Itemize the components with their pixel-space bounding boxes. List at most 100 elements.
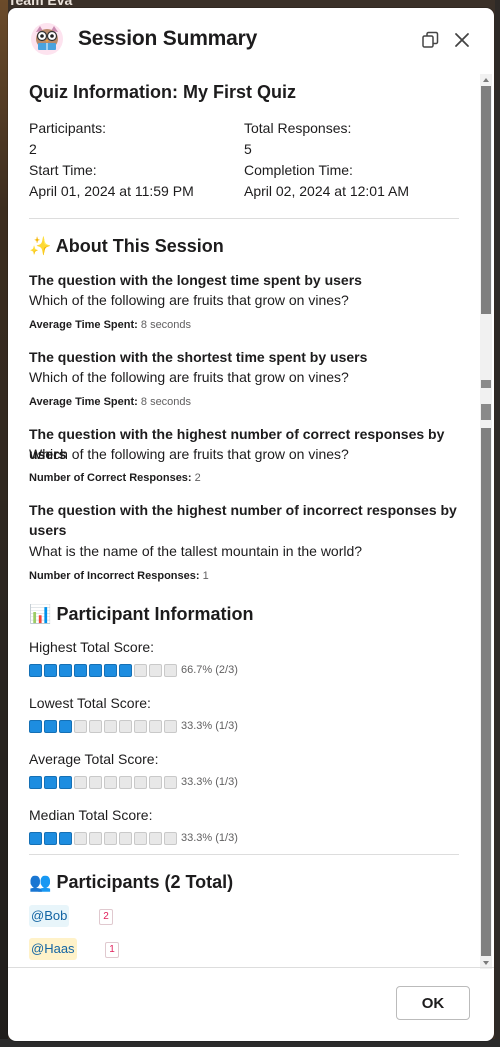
- meta-value: 8 seconds: [140, 396, 192, 408]
- score-bar-segment-empty: [134, 664, 147, 677]
- highest-score-value: 66.7% (2/3): [181, 664, 238, 676]
- score-bar-segment-filled: [44, 776, 57, 789]
- most-incorrect-meta: Number of Incorrect Responses: 1: [29, 570, 209, 582]
- start-time-value: April 01, 2024 at 11:59 PM: [29, 183, 194, 199]
- participant-count-badge: 1: [105, 942, 119, 958]
- section-divider: [29, 218, 459, 219]
- score-bar-segment-filled: [29, 776, 42, 789]
- score-bar-segment-filled: [59, 664, 72, 677]
- score-bar-segment-empty: [164, 720, 177, 733]
- score-bar-segment-filled: [89, 664, 102, 677]
- participant-info-heading: 📊 Participant Information: [29, 604, 253, 625]
- completion-time-label: Completion Time:: [244, 162, 353, 178]
- total-responses-value: 5: [244, 141, 252, 157]
- score-bar-segment-filled: [44, 664, 57, 677]
- score-bar-segment-empty: [89, 776, 102, 789]
- completion-time-value: April 02, 2024 at 12:01 AM: [244, 183, 409, 199]
- footer-divider: [8, 967, 494, 968]
- ok-button[interactable]: OK: [396, 986, 470, 1020]
- score-bar-segment-filled: [44, 720, 57, 733]
- score-bar-segment-empty: [74, 720, 87, 733]
- participant-info-title: Participant Information: [56, 604, 254, 624]
- scrollbar-lower-track: [481, 428, 491, 956]
- average-score-value: 33.3% (1/3): [181, 776, 238, 788]
- people-icon: 👥: [29, 872, 52, 892]
- section-divider: [29, 854, 459, 855]
- score-bar-segment-filled: [29, 720, 42, 733]
- score-bar-segment-empty: [149, 720, 162, 733]
- shortest-time-question-heading: The question with the shortest time spen…: [29, 349, 368, 365]
- average-score-label: Average Total Score:: [29, 751, 159, 767]
- score-bar-segment-filled: [59, 776, 72, 789]
- score-bar-segment-empty: [134, 720, 147, 733]
- score-bar-segment-empty: [134, 776, 147, 789]
- session-summary-dialog: Session Summary Quiz Information: My Fir…: [8, 8, 494, 1041]
- meta-value: 8 seconds: [140, 319, 192, 331]
- score-bar-segment-empty: [149, 832, 162, 845]
- most-correct-meta: Number of Correct Responses: 2: [29, 472, 201, 484]
- about-session-title: About This Session: [55, 236, 224, 256]
- score-bar-segment-empty: [134, 832, 147, 845]
- score-bar-segment-empty: [104, 832, 117, 845]
- participant-mention-bob[interactable]: @Bob: [29, 905, 70, 927]
- score-bar-segment-empty: [104, 776, 117, 789]
- score-bar-segment-filled: [74, 664, 87, 677]
- score-bar-segment-empty: [164, 776, 177, 789]
- participants-value: 2: [29, 141, 37, 157]
- dialog-title: Session Summary: [78, 27, 258, 50]
- meta-label: Number of Incorrect Responses:: [29, 570, 200, 582]
- median-score-label: Median Total Score:: [29, 807, 153, 823]
- participant-mention-haas[interactable]: @Haas: [29, 938, 77, 960]
- participants-title: Participants (2 Total): [56, 872, 234, 892]
- meta-label: Average Time Spent:: [29, 319, 138, 331]
- score-bar-segment-filled: [104, 664, 117, 677]
- score-bar-segment-filled: [44, 832, 57, 845]
- copy-icon[interactable]: [420, 30, 440, 50]
- longest-time-meta: Average Time Spent: 8 seconds: [29, 319, 191, 331]
- bar-chart-icon: 📊: [29, 604, 52, 624]
- close-icon[interactable]: [452, 30, 472, 50]
- participant-count-badge: 2: [99, 909, 113, 925]
- background-sidebar: [0, 0, 8, 1047]
- median-score-value: 33.3% (1/3): [181, 832, 238, 844]
- about-session-heading: ✨ About This Session: [29, 236, 224, 257]
- background-title: Team Eva: [8, 0, 73, 8]
- score-bar-segment-empty: [164, 832, 177, 845]
- owl-reading-icon: [31, 23, 63, 55]
- score-bar-segment-empty: [119, 832, 132, 845]
- lowest-score-label: Lowest Total Score:: [29, 695, 151, 711]
- dialog-header: Session Summary: [8, 8, 494, 70]
- score-bar-segment-empty: [164, 664, 177, 677]
- score-bar-segment-filled: [29, 832, 42, 845]
- meta-label: Number of Correct Responses:: [29, 472, 192, 484]
- most-incorrect-question-heading: The question with the highest number of …: [29, 502, 457, 538]
- score-bar-segment-empty: [119, 776, 132, 789]
- background-edge: [495, 0, 500, 1047]
- longest-time-question-heading: The question with the longest time spent…: [29, 272, 362, 288]
- dialog-body[interactable]: Quiz Information: My First Quiz Particip…: [8, 70, 494, 967]
- score-bar-segment-empty: [119, 720, 132, 733]
- most-correct-question-text: Which of the following are fruits that g…: [29, 446, 349, 462]
- score-bar-segment-empty: [149, 776, 162, 789]
- total-responses-label: Total Responses:: [244, 120, 352, 136]
- sparkles-icon: ✨: [29, 236, 52, 256]
- score-bar-segment-empty: [149, 664, 162, 677]
- meta-value: 1: [202, 570, 209, 582]
- scrollbar[interactable]: [480, 74, 492, 969]
- score-bar-segment-filled: [59, 720, 72, 733]
- score-bar-segment-filled: [119, 664, 132, 677]
- scrollbar-thumb[interactable]: [481, 86, 491, 314]
- score-bar-segment-empty: [74, 776, 87, 789]
- score-bar-segment-filled: [29, 664, 42, 677]
- scrollbar-track-mark: [481, 380, 491, 388]
- score-bar-segment-filled: [59, 832, 72, 845]
- meta-label: Average Time Spent:: [29, 396, 138, 408]
- highest-score-label: Highest Total Score:: [29, 639, 155, 655]
- meta-value: 2: [194, 472, 201, 484]
- participants-heading: 👥 Participants (2 Total): [29, 872, 233, 893]
- score-bar-segment-empty: [104, 720, 117, 733]
- scroll-up-arrow-icon[interactable]: [480, 74, 492, 86]
- most-incorrect-question-text: What is the name of the tallest mountain…: [29, 543, 363, 559]
- scrollbar-track-mark: [481, 404, 491, 420]
- score-bar-segment-empty: [89, 832, 102, 845]
